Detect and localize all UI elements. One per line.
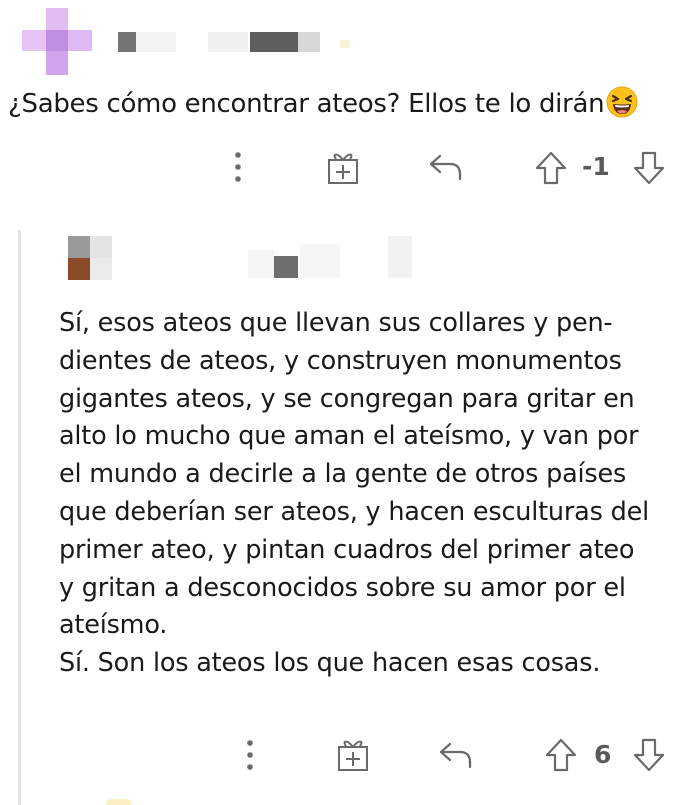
comment-1-body: ¿Sabes cómo encontrar ateos? Ellos te lo… [8, 86, 638, 121]
laughing-emoji-icon [606, 86, 638, 118]
next-comment-avatar [106, 799, 132, 805]
gift-icon[interactable] [326, 149, 360, 189]
arrow-up-icon[interactable] [534, 150, 568, 190]
arrow-down-icon[interactable] [632, 150, 666, 190]
comment-line: primer ateo, y pintan cuadros del primer… [59, 534, 635, 565]
comment-line: ateísmo. [59, 610, 168, 641]
comment-line: Sí. Son los ateos los que hacen esas cos… [59, 648, 601, 679]
gift-icon[interactable] [336, 736, 370, 776]
comment-2-body: Sí, esos ateos que llevan sus collares y… [59, 305, 699, 683]
score-count: -1 [582, 152, 610, 181]
arrow-down-icon[interactable] [632, 737, 666, 777]
comment-line: que deberían ser ateos, y hacen escultur… [59, 496, 649, 527]
comment-text: ¿Sabes cómo encontrar ateos? Ellos te lo… [8, 89, 605, 119]
more-vertical-icon[interactable] [238, 738, 262, 778]
comment-line: gigantes ateos, y se congregan para grit… [59, 383, 635, 414]
thread-line[interactable] [18, 230, 21, 805]
comment-line: alto lo mucho que aman el ateísmo, y van… [59, 421, 639, 452]
arrow-up-icon[interactable] [544, 737, 578, 777]
comment-line: y gritan a desconocidos sobre su amor po… [59, 572, 626, 603]
reply-icon[interactable] [438, 740, 474, 774]
comment-line: Sí, esos ateos que llevan sus collares y… [59, 308, 613, 338]
comment-line: dientes de ateos, y construyen monumento… [59, 345, 622, 376]
score-count: 6 [594, 740, 612, 769]
more-vertical-icon[interactable] [226, 150, 250, 190]
comment-line: el mundo a decirle a la gente de otros p… [59, 459, 627, 490]
reply-icon[interactable] [428, 152, 464, 186]
